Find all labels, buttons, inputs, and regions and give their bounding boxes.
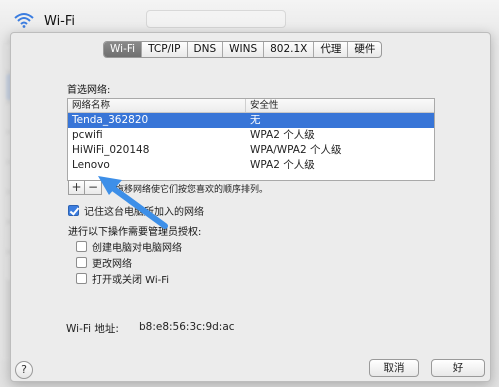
add-network-button[interactable]: +	[68, 180, 85, 195]
remember-networks-checkbox[interactable]	[68, 205, 79, 216]
table-row[interactable]: pcwifi WPA2 个人级	[68, 128, 434, 143]
tab-8021x[interactable]: 802.1X	[264, 42, 315, 57]
remember-networks-label: 记住这台电脑所加入的网络	[84, 207, 204, 218]
network-name: pcwifi	[72, 129, 103, 141]
remember-networks-option[interactable]: 记住这台电脑所加入的网络	[68, 203, 204, 218]
tab-hardware[interactable]: 硬件	[348, 42, 381, 57]
network-name: Lenovo	[72, 159, 110, 171]
column-header-security[interactable]: 安全性	[246, 99, 434, 112]
create-adhoc-checkbox[interactable]	[76, 241, 87, 252]
preferred-networks-table[interactable]: 网络名称 安全性 Tenda_362820 无 pcwifi WPA2 个人级 …	[67, 98, 435, 181]
tab-dns[interactable]: DNS	[188, 42, 224, 57]
table-row[interactable]: HiWiFi_020148 WPA/WPA2 个人级	[68, 143, 434, 158]
cancel-button[interactable]: 取消	[369, 359, 419, 377]
admin-option-create-adhoc[interactable]: 创建电脑对电脑网络	[76, 239, 182, 254]
remove-network-button[interactable]: −	[85, 180, 102, 195]
table-row[interactable]: Lenovo WPA2 个人级	[68, 158, 434, 173]
tab-wins[interactable]: WINS	[223, 42, 265, 57]
wifi-icon	[14, 13, 34, 28]
drag-hint-text: 拖移网络使它们按您喜欢的顺序排列。	[115, 185, 269, 195]
admin-auth-label: 进行以下操作需要管理员授权:	[68, 227, 202, 238]
window-title: Wi-Fi	[44, 14, 76, 29]
background-search-field	[146, 10, 286, 28]
toggle-wifi-label: 打开或关闭 Wi-Fi	[92, 275, 170, 286]
column-header-network-name[interactable]: 网络名称	[68, 99, 246, 112]
change-network-checkbox[interactable]	[76, 257, 87, 268]
create-adhoc-label: 创建电脑对电脑网络	[92, 243, 182, 254]
network-security: WPA2 个人级	[250, 159, 315, 171]
advanced-settings-sheet: Wi-Fi TCP/IP DNS WINS 802.1X 代理 硬件 首选网络:…	[10, 32, 491, 382]
network-name: Tenda_362820	[72, 114, 149, 126]
network-security: WPA2 个人级	[250, 129, 315, 141]
help-button[interactable]: ?	[15, 361, 33, 379]
network-security: 无	[250, 114, 261, 126]
toggle-wifi-checkbox[interactable]	[76, 273, 87, 284]
wifi-address-value: b8:e8:56:3c:9d:ac	[139, 321, 235, 333]
tab-bar: Wi-Fi TCP/IP DNS WINS 802.1X 代理 硬件	[103, 41, 383, 58]
network-name: HiWiFi_020148	[72, 144, 150, 156]
preferred-networks-label: 首选网络:	[67, 85, 111, 96]
tab-wifi[interactable]: Wi-Fi	[104, 42, 143, 57]
table-header: 网络名称 安全性	[68, 99, 434, 113]
network-security: WPA/WPA2 个人级	[250, 144, 342, 156]
tab-tcpip[interactable]: TCP/IP	[142, 42, 188, 57]
tab-proxy[interactable]: 代理	[314, 42, 349, 57]
change-network-label: 更改网络	[92, 259, 132, 270]
list-edit-buttons: + −	[68, 180, 102, 195]
admin-option-toggle-wifi[interactable]: 打开或关闭 Wi-Fi	[76, 271, 169, 286]
admin-option-change-network[interactable]: 更改网络	[76, 255, 132, 270]
table-row[interactable]: Tenda_362820 无	[68, 113, 434, 128]
wifi-address-label: Wi-Fi 地址:	[66, 323, 119, 335]
ok-button[interactable]: 好	[431, 359, 485, 377]
